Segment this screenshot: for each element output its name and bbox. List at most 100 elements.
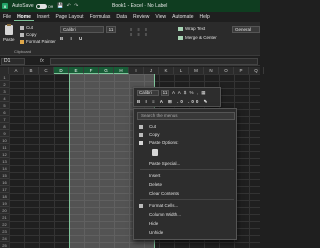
row-header[interactable]: 1: [0, 74, 9, 81]
menu-item-insert[interactable]: Insert: [135, 172, 237, 179]
column-header-c[interactable]: C: [39, 67, 54, 74]
column-header-q[interactable]: Q: [249, 67, 264, 74]
fx-icon[interactable]: fx: [40, 58, 44, 64]
tab-view[interactable]: View: [152, 14, 169, 20]
column-header-h[interactable]: H: [114, 67, 129, 74]
cut-button[interactable]: Cut: [20, 25, 33, 30]
mini-toolbar-row1[interactable]: A A $ % , ▦: [172, 90, 207, 96]
tab-automate[interactable]: Automate: [169, 14, 196, 20]
tab-page-layout[interactable]: Page Layout: [52, 14, 86, 20]
tab-home[interactable]: Home: [14, 14, 34, 21]
column-header-d[interactable]: D: [54, 67, 69, 74]
tab-data[interactable]: Data: [113, 14, 130, 20]
mini-size-select[interactable]: 11: [161, 90, 169, 96]
row-header[interactable]: 6: [0, 109, 9, 116]
menu-item-delete[interactable]: Delete: [135, 181, 237, 188]
menu-item-cut[interactable]: Cut: [135, 123, 237, 130]
paste-button[interactable]: Paste: [3, 37, 15, 42]
paste-option-icon[interactable]: [152, 149, 158, 156]
name-box[interactable]: D1: [1, 58, 25, 65]
mini-toolbar: Calibri 11 A A $ % , ▦ B I ≡ A ⊞ .0 .00 …: [133, 87, 221, 107]
menu-item-hide[interactable]: Hide: [135, 220, 237, 227]
column-header-a[interactable]: A: [9, 67, 24, 74]
menu-search-input[interactable]: Search the menus: [137, 112, 235, 120]
column-header-e[interactable]: E: [69, 67, 84, 74]
tab-help[interactable]: Help: [197, 14, 213, 20]
format-cells-icon: [139, 203, 143, 208]
wrap-text-button[interactable]: Wrap Text: [178, 26, 205, 31]
menu-item-paste-special[interactable]: Paste Special...: [135, 160, 237, 167]
merge-icon: [178, 35, 183, 40]
mini-toolbar-row2[interactable]: B I ≡ A ⊞ .0 .00 ✎: [137, 99, 209, 105]
context-menu: Search the menus Cut Copy Paste Options:…: [133, 108, 237, 240]
row-header[interactable]: 11: [0, 144, 9, 151]
row-header[interactable]: 19: [0, 200, 9, 207]
row-header[interactable]: 14: [0, 165, 9, 172]
row-header[interactable]: 5: [0, 102, 9, 109]
row-header[interactable]: 10: [0, 137, 9, 144]
tab-review[interactable]: Review: [130, 14, 152, 20]
menu-item-label: Hide: [149, 221, 159, 226]
row-header[interactable]: 12: [0, 151, 9, 158]
autosave-toggle[interactable]: [35, 3, 47, 9]
format-painter-button[interactable]: Format Painter: [20, 39, 56, 44]
font-style-buttons[interactable]: B I U: [60, 36, 85, 41]
column-header-o[interactable]: O: [219, 67, 234, 74]
column-header-n[interactable]: N: [204, 67, 219, 74]
menu-item-unhide[interactable]: Unhide: [135, 229, 237, 236]
clipboard-group-label: Clipboard: [14, 49, 32, 54]
paste-icon: [139, 140, 143, 145]
font-name-select[interactable]: Calibri: [60, 26, 104, 33]
row-header[interactable]: 25: [0, 242, 9, 248]
copy-button[interactable]: Copy: [20, 32, 37, 37]
row-header[interactable]: 24: [0, 235, 9, 242]
paste-icon[interactable]: [5, 24, 13, 35]
column-header-f[interactable]: F: [84, 67, 99, 74]
row-header[interactable]: 13: [0, 158, 9, 165]
row-header[interactable]: 22: [0, 221, 9, 228]
column-header-k[interactable]: K: [159, 67, 174, 74]
merge-center-label: Merge & Center: [185, 35, 217, 40]
column-header-g[interactable]: G: [99, 67, 114, 74]
blank-icon: [139, 183, 143, 187]
tab-insert[interactable]: Insert: [34, 14, 53, 20]
column-header-p[interactable]: P: [234, 67, 249, 74]
row-header[interactable]: 18: [0, 193, 9, 200]
row-header[interactable]: 2: [0, 81, 9, 88]
menu-item-label: Cut: [149, 124, 157, 129]
row-header[interactable]: 23: [0, 228, 9, 235]
number-format-select[interactable]: General: [232, 26, 260, 33]
tab-formulas[interactable]: Formulas: [87, 14, 114, 20]
quick-access-icons[interactable]: 💾 ↶ ↷: [57, 3, 79, 9]
merge-center-button[interactable]: Merge & Center: [178, 35, 217, 40]
tab-file[interactable]: File: [0, 14, 14, 20]
row-header[interactable]: 20: [0, 207, 9, 214]
select-all-corner[interactable]: [0, 67, 9, 74]
column-header-l[interactable]: L: [174, 67, 189, 74]
column-header-i[interactable]: I: [129, 67, 144, 74]
mini-font-select[interactable]: Calibri: [137, 90, 159, 96]
row-header[interactable]: 16: [0, 179, 9, 186]
row-header[interactable]: 8: [0, 123, 9, 130]
row-header[interactable]: 7: [0, 116, 9, 123]
blank-icon: [139, 222, 143, 226]
column-header-b[interactable]: B: [24, 67, 39, 74]
row-header[interactable]: 9: [0, 130, 9, 137]
menu-item-clear-contents[interactable]: Clear Contents: [135, 190, 237, 197]
menu-item-column-width[interactable]: Column Width...: [135, 211, 237, 218]
formula-input[interactable]: [50, 58, 258, 65]
column-header-m[interactable]: M: [189, 67, 204, 74]
font-size-select[interactable]: 11: [106, 26, 116, 33]
menu-item-format-cells[interactable]: Format Cells...: [135, 202, 237, 209]
alignment-icons[interactable]: ≡ ≡ ≡ ≡ ≡ ≡: [130, 27, 149, 37]
row-header[interactable]: 3: [0, 88, 9, 95]
menu-item-copy[interactable]: Copy: [135, 131, 237, 138]
row-header[interactable]: 21: [0, 214, 9, 221]
title-bar: X AutoSave Off 💾 ↶ ↷ Book1 - Excel · No …: [0, 0, 260, 12]
column-header-j[interactable]: J: [144, 67, 159, 74]
row-header[interactable]: 17: [0, 186, 9, 193]
row-header[interactable]: 4: [0, 95, 9, 102]
menu-item-paste-options: Paste Options:: [135, 139, 237, 146]
row-header[interactable]: 15: [0, 172, 9, 179]
wrap-text-label: Wrap Text: [185, 26, 206, 31]
